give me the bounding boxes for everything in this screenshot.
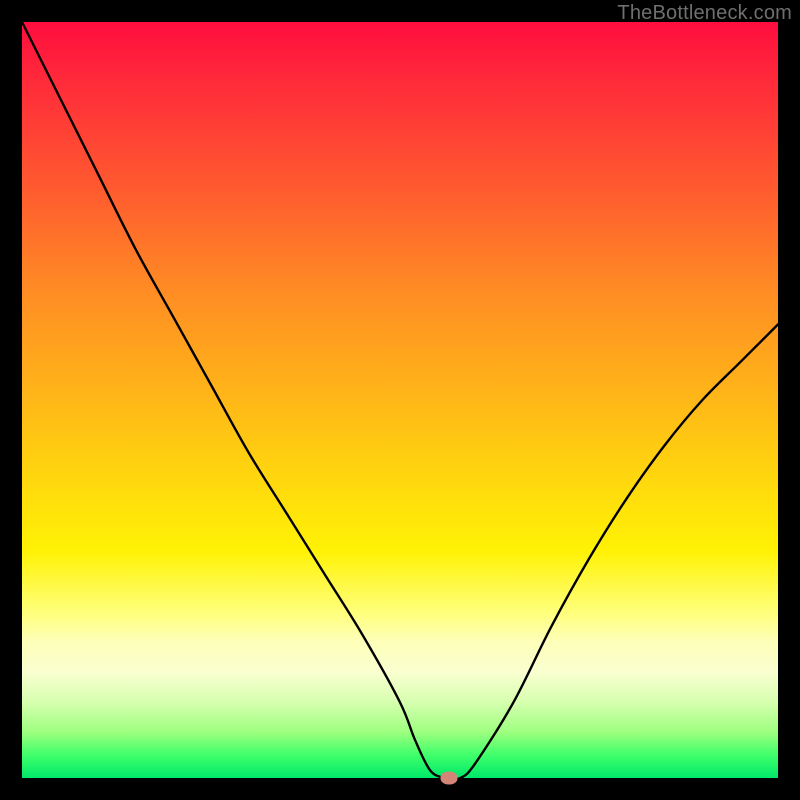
minimum-marker [441,772,458,785]
plot-area [22,22,778,778]
chart-frame: TheBottleneck.com [0,0,800,800]
watermark-text: TheBottleneck.com [617,2,792,25]
bottleneck-curve [22,22,778,778]
